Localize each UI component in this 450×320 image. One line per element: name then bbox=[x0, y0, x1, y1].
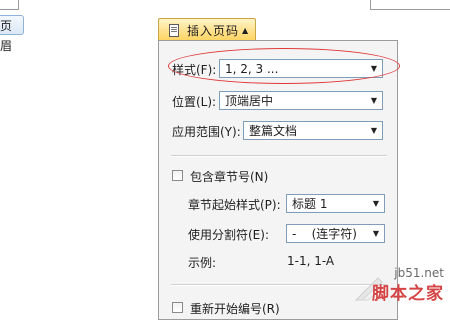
header-tag[interactable]: 页眉 bbox=[0, 15, 24, 53]
site-watermark: jb51.net 脚本之家 bbox=[320, 258, 450, 308]
insert-page-number-button[interactable]: 插入页码 ▲ bbox=[158, 18, 256, 42]
chapter-start-style-value: 标题 1 bbox=[292, 197, 328, 211]
include-chapter-checkbox[interactable] bbox=[172, 170, 183, 181]
include-chapter-label: 包含章节号(N) bbox=[190, 170, 269, 184]
dropdown-arrow-icon: ▼ bbox=[370, 126, 378, 135]
dropdown-arrow-icon: ▼ bbox=[372, 229, 380, 238]
scope-dropdown[interactable]: 整篇文档 ▼ bbox=[243, 121, 383, 140]
highlight-annotation bbox=[168, 48, 400, 84]
caret-up-icon: ▲ bbox=[242, 26, 249, 35]
page-margin-mark bbox=[18, 0, 19, 10]
position-label: 位置(L): bbox=[172, 95, 217, 109]
separator-label: 使用分割符(E): bbox=[188, 228, 269, 242]
separator-dropdown[interactable]: - (连字符) ▼ bbox=[286, 224, 385, 243]
page-number-icon bbox=[169, 24, 179, 37]
watermark-name: 脚本之家 bbox=[372, 284, 444, 304]
page-margin-mark bbox=[370, 9, 450, 10]
example-label: 示例: bbox=[188, 256, 217, 270]
chapter-start-style-dropdown[interactable]: 标题 1 ▼ bbox=[286, 194, 385, 213]
dropdown-arrow-icon: ▼ bbox=[370, 96, 378, 105]
restart-numbering-label: 重新开始编号(R) bbox=[190, 302, 280, 316]
scope-label: 应用范围(Y): bbox=[172, 125, 241, 139]
position-dropdown[interactable]: 顶端居中 ▼ bbox=[219, 91, 383, 110]
scope-value: 整篇文档 bbox=[249, 124, 298, 138]
chapter-start-style-label: 章节起始样式(P): bbox=[188, 198, 281, 212]
separator-value: - (连字符) bbox=[292, 227, 357, 241]
dropdown-arrow-icon: ▼ bbox=[372, 199, 380, 208]
watermark-site: jb51.net bbox=[394, 266, 444, 280]
section-separator bbox=[171, 155, 387, 157]
position-value: 顶端居中 bbox=[225, 94, 274, 108]
page-margin-mark bbox=[0, 9, 18, 10]
popup-title: 插入页码 bbox=[187, 24, 240, 38]
